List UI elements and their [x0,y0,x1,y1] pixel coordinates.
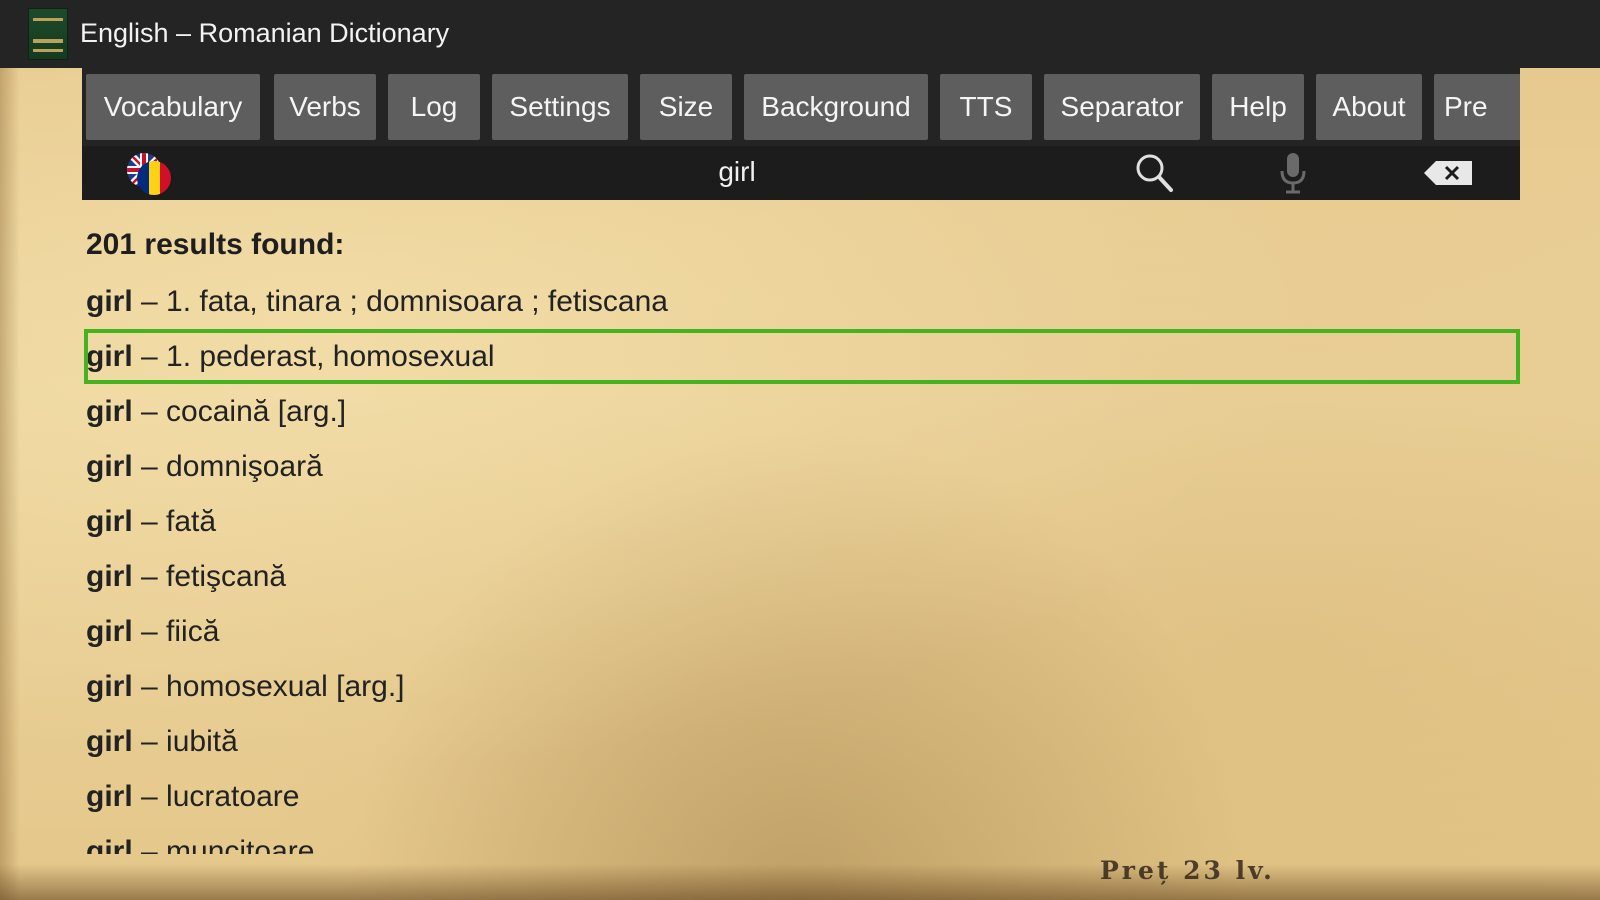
result-row[interactable]: girl – fiică [84,604,1520,659]
result-definition: 1. fata, tinara ; domnisoara ; fetiscana [166,285,668,318]
result-separator: – [132,450,167,483]
result-word: girl [86,835,133,854]
result-word: girl [86,505,133,538]
menu-size-button[interactable]: Size [640,74,732,140]
background-stamp: Preț 23 lv. [1100,856,1275,885]
microphone-icon[interactable] [1278,151,1308,195]
title-bar: English – Romanian Dictionary [0,0,1600,68]
result-separator: – [132,560,167,593]
result-definition: fată [166,505,217,538]
result-row[interactable]: girl – muncitoare [84,824,1520,854]
result-definition: homosexual [arg.] [166,670,405,703]
result-definition: 1. pederast, homosexual [166,340,495,373]
menu-verbs-button[interactable]: Verbs [274,74,376,140]
search-icon[interactable] [1134,152,1174,194]
result-separator: – [132,505,167,538]
result-row[interactable]: girl – iubită [84,714,1520,769]
menu-settings-button[interactable]: Settings [492,74,628,140]
menu-preferences-button[interactable]: Pre [1434,74,1520,140]
result-row-selected[interactable]: girl – 1. pederast, homosexual [84,329,1520,384]
menu-help-button[interactable]: Help [1212,74,1304,140]
result-definition: muncitoare [166,835,315,854]
result-word: girl [86,725,133,758]
window-title: English – Romanian Dictionary [80,18,450,48]
result-word: girl [86,560,133,593]
result-word: girl [86,450,133,483]
result-word: girl [86,615,133,648]
result-word: girl [86,340,133,373]
result-separator: – [132,395,167,428]
result-definition: cocaină [arg.] [166,395,347,428]
result-definition: fetişcană [166,560,287,593]
book-icon [28,8,68,60]
result-separator: – [132,285,167,318]
search-input[interactable]: girl [82,156,1392,188]
clear-icon[interactable] [1422,159,1476,187]
result-separator: – [132,340,167,373]
result-row[interactable]: girl – fetişcană [84,549,1520,604]
result-separator: – [132,670,167,703]
result-definition: domnişoară [166,450,323,483]
menu-vocabulary-button[interactable]: Vocabulary [86,74,260,140]
result-row[interactable]: girl – homosexual [arg.] [84,659,1520,714]
search-bar: girl [82,146,1520,200]
menu-log-button[interactable]: Log [388,74,480,140]
result-definition: iubită [166,725,238,758]
menu-bar: Vocabulary Verbs Log Settings Size Backg… [82,68,1520,146]
result-separator: – [132,835,167,854]
menu-tts-button[interactable]: TTS [940,74,1032,140]
result-row[interactable]: girl – lucratoare [84,769,1520,824]
results-count: 201 results found: [86,228,345,261]
result-separator: – [132,725,167,758]
result-row[interactable]: girl – cocaină [arg.] [84,384,1520,439]
result-separator: – [132,615,167,648]
result-word: girl [86,780,133,813]
result-word: girl [86,285,133,318]
result-word: girl [86,670,133,703]
result-definition: lucratoare [166,780,300,813]
result-row[interactable]: girl – domnişoară [84,439,1520,494]
result-definition: fiică [166,615,220,648]
results-list: girl – 1. fata, tinara ; domnisoara ; fe… [84,274,1520,854]
result-row[interactable]: girl – fată [84,494,1520,549]
result-row[interactable]: girl – 1. fata, tinara ; domnisoara ; fe… [84,274,1520,329]
menu-separator-button[interactable]: Separator [1044,74,1200,140]
menu-about-button[interactable]: About [1316,74,1422,140]
menu-background-button[interactable]: Background [744,74,928,140]
result-word: girl [86,395,133,428]
result-separator: – [132,780,167,813]
